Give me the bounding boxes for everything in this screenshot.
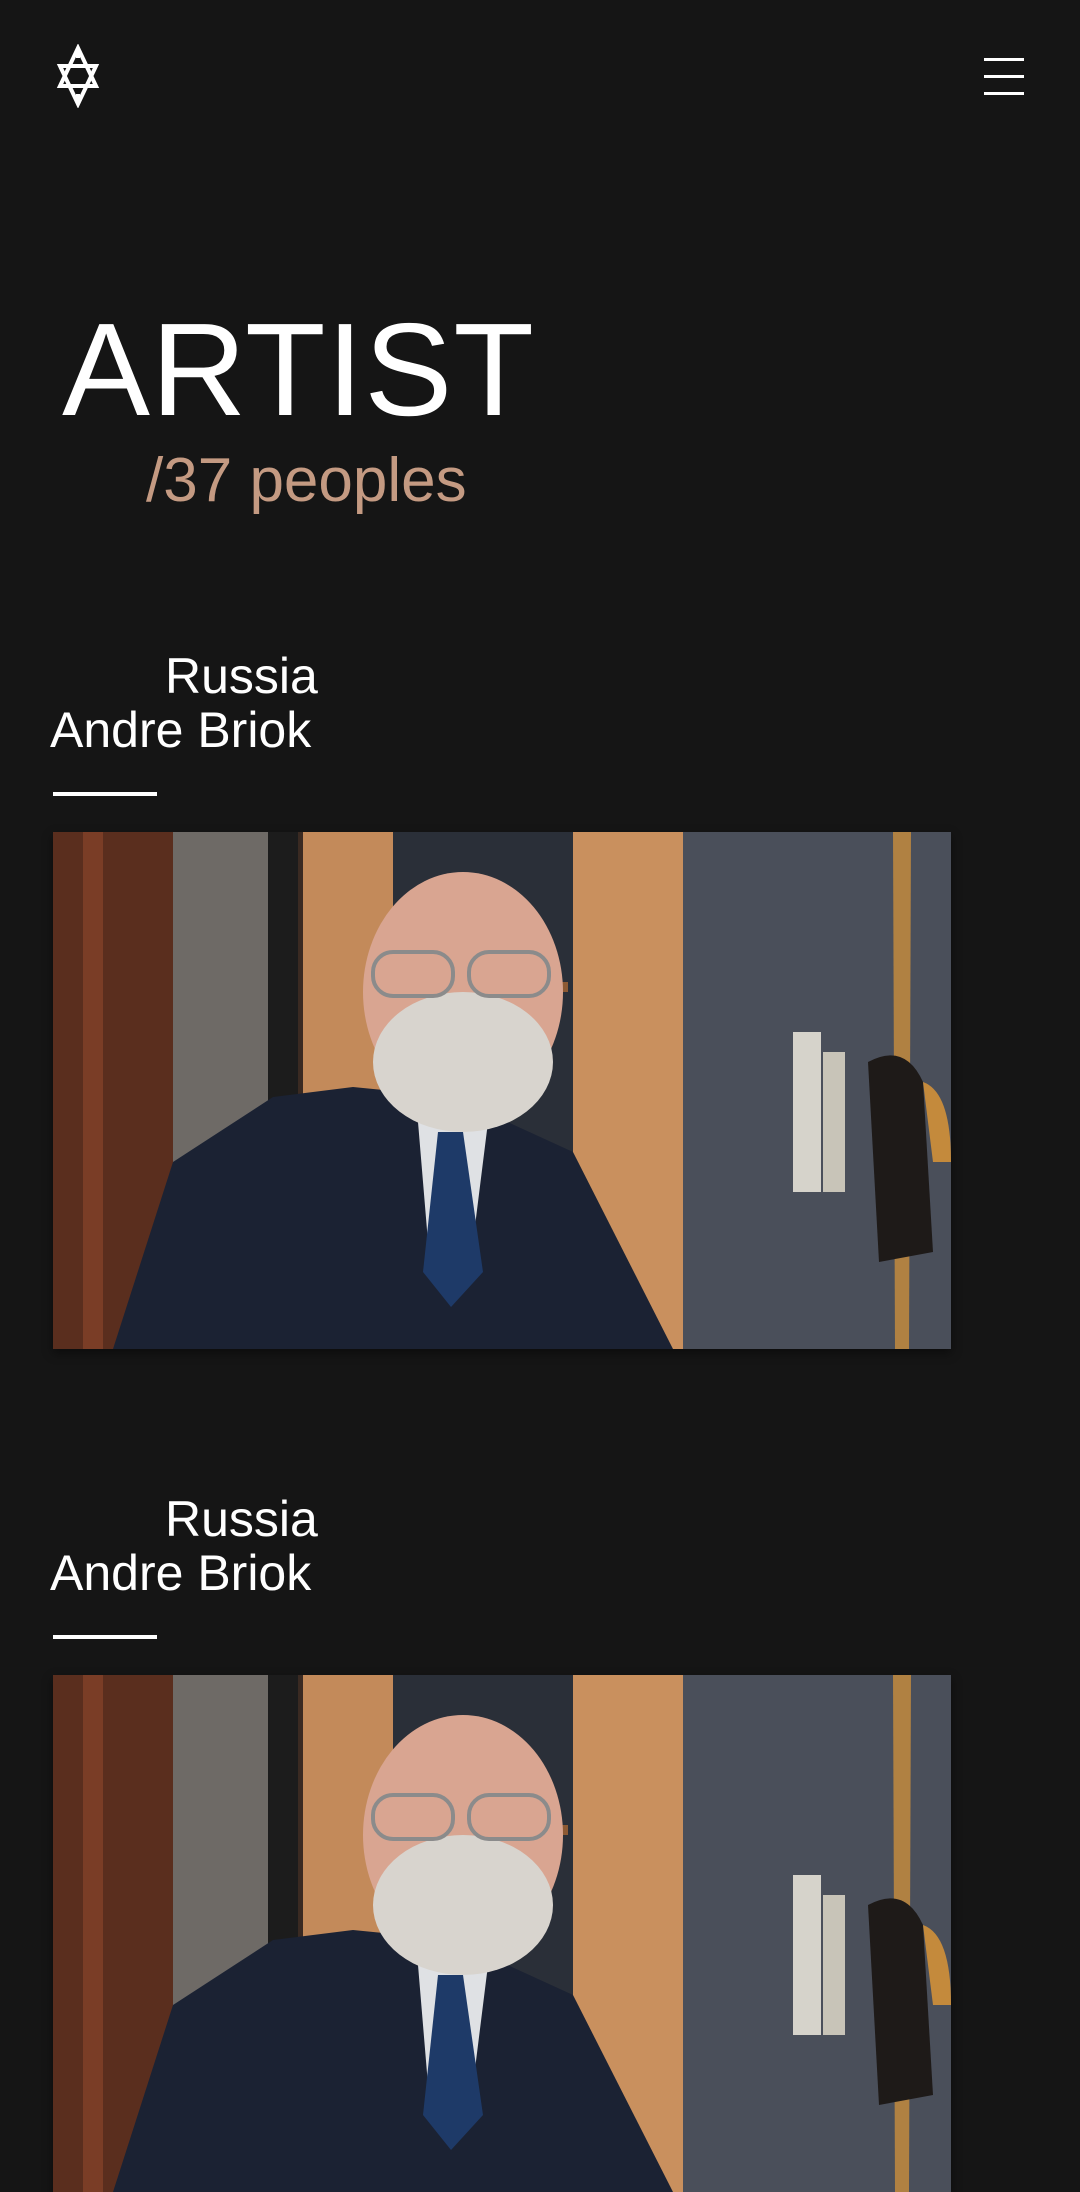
page-title: ARTIST [62, 296, 535, 443]
count-label: peoples [249, 446, 467, 515]
divider [53, 792, 157, 796]
site-header [0, 0, 1080, 160]
av-logo-icon[interactable] [56, 43, 100, 109]
count-slash: / [146, 446, 164, 515]
artist-name-link[interactable]: Andre Briok [50, 702, 311, 758]
divider [53, 1635, 157, 1639]
artist-portrait-photo[interactable] [53, 1675, 951, 2192]
artist-count: /37 peoples [146, 446, 467, 516]
count-number: 37 [163, 446, 233, 515]
artist-portrait-photo[interactable] [53, 832, 951, 1349]
artist-country: Russia [165, 1491, 318, 1547]
artist-country: Russia [165, 648, 318, 704]
hamburger-menu-icon[interactable] [978, 52, 1028, 102]
artist-name-link[interactable]: Andre Briok [50, 1545, 311, 1601]
